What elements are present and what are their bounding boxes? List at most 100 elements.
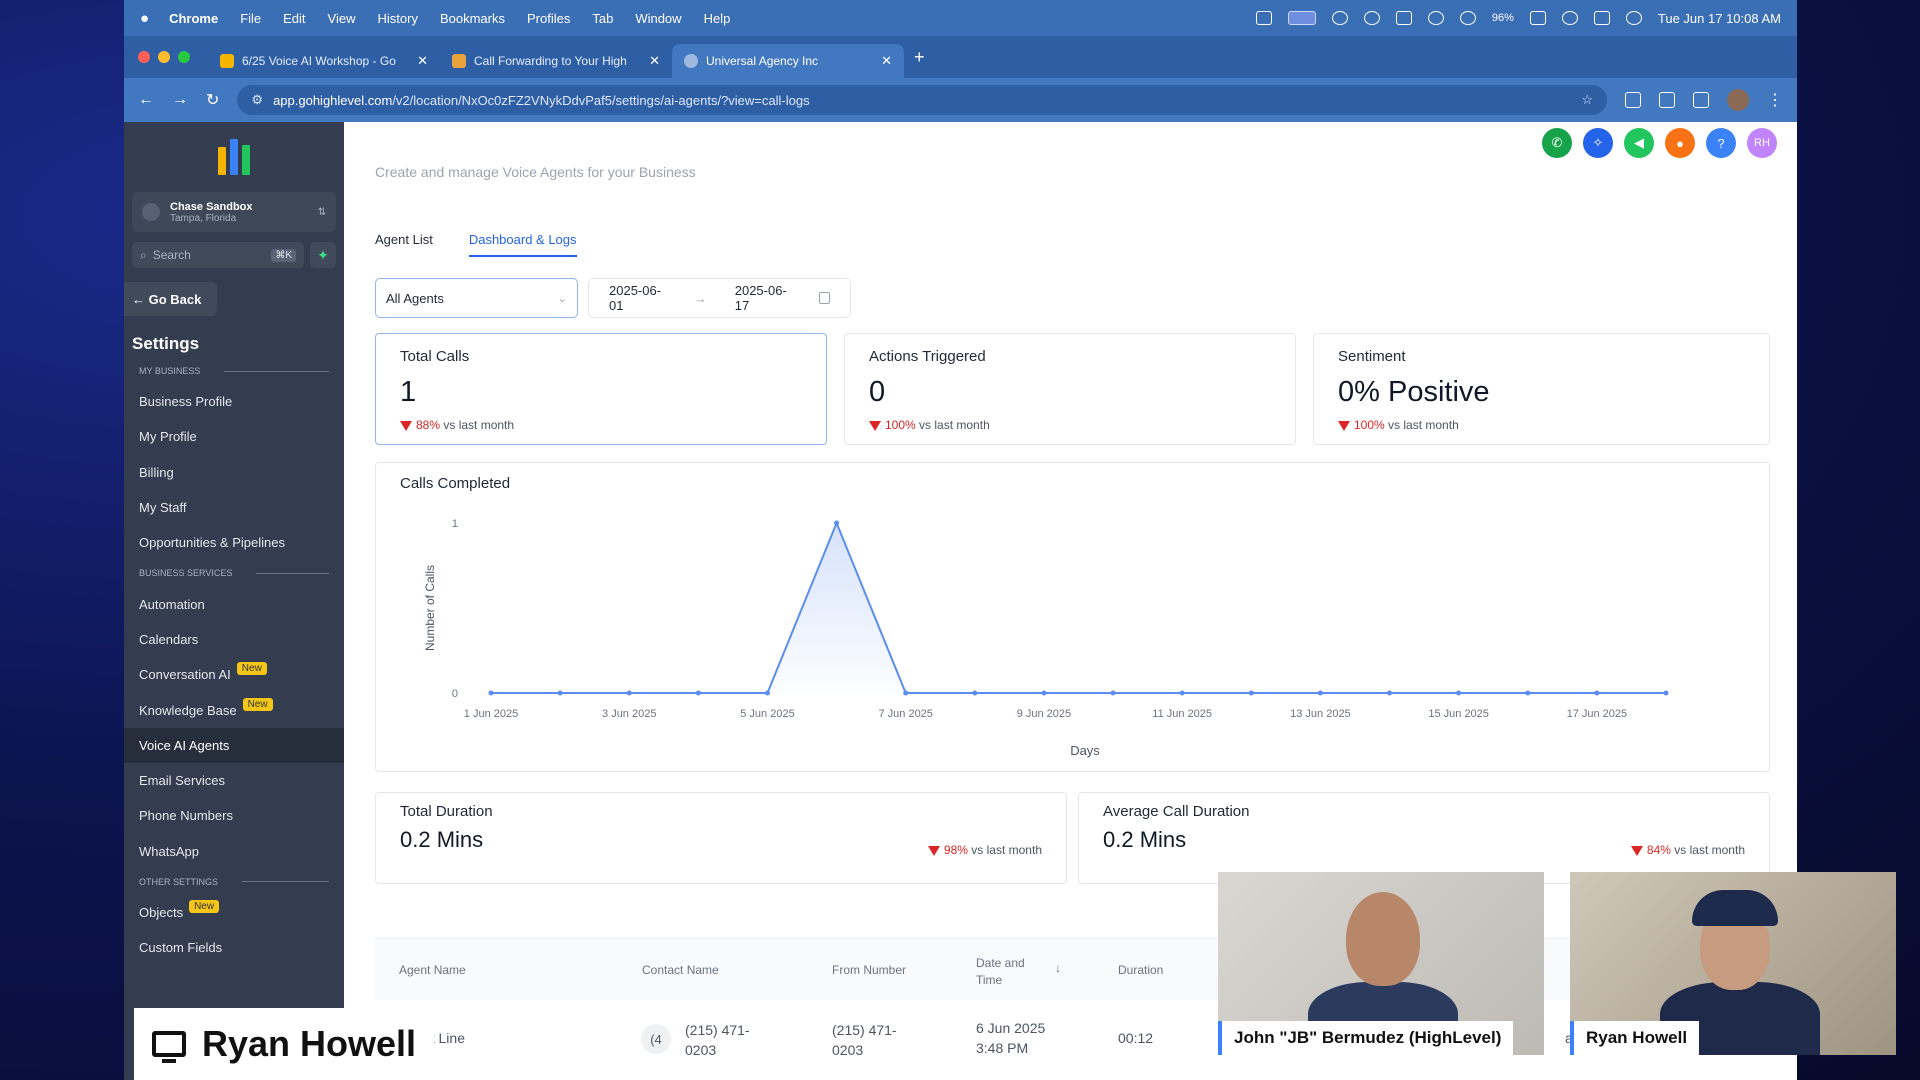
menu-history[interactable]: History bbox=[378, 11, 418, 26]
col-contact-name[interactable]: Contact Name bbox=[642, 963, 719, 977]
extensions-puzzle-icon[interactable] bbox=[1659, 92, 1675, 108]
sidebar-item-billing[interactable]: Billing bbox=[124, 455, 344, 490]
sidebar-item-whatsapp[interactable]: WhatsApp bbox=[124, 834, 344, 869]
tray-bird-icon[interactable] bbox=[1331, 11, 1348, 25]
sidebar-item-knowledge-base[interactable]: Knowledge Base New bbox=[124, 692, 344, 727]
sidebar-item-objects[interactable]: Objects New bbox=[124, 895, 344, 930]
magic-icon[interactable]: ✧ bbox=[1583, 128, 1613, 158]
cell-contact[interactable]: (215) 471-0203 bbox=[685, 1020, 775, 1060]
menu-view[interactable]: View bbox=[328, 11, 356, 26]
agent-select[interactable]: All Agents ⌄ bbox=[375, 278, 578, 318]
stat-card-actions: Actions Triggered 0 100% vs last month bbox=[844, 333, 1296, 445]
sidebar-item-my-staff[interactable]: My Staff bbox=[124, 490, 344, 525]
apple-icon[interactable]: ● bbox=[140, 10, 149, 27]
sort-arrow-icon[interactable]: ↓ bbox=[1055, 961, 1061, 975]
series-area bbox=[491, 523, 1666, 693]
sidebar-item-email-services[interactable]: Email Services bbox=[124, 763, 344, 798]
menu-tab[interactable]: Tab bbox=[592, 11, 613, 26]
data-point bbox=[695, 690, 701, 696]
sidebar-item-automation[interactable]: Automation bbox=[124, 586, 344, 621]
col-duration[interactable]: Duration bbox=[1118, 963, 1163, 977]
menu-help[interactable]: Help bbox=[704, 11, 731, 26]
menu-edit[interactable]: Edit bbox=[283, 11, 305, 26]
stat-value: 1 bbox=[400, 376, 417, 408]
quick-action-button[interactable]: ✦ bbox=[310, 242, 336, 268]
cast-icon[interactable] bbox=[1693, 92, 1709, 108]
browser-tab[interactable]: 6/25 Voice AI Workshop - Go ✕ bbox=[208, 44, 440, 78]
zoom-window-button[interactable] bbox=[178, 51, 190, 63]
highlevel-logo[interactable] bbox=[124, 122, 344, 192]
bell-icon[interactable]: ● bbox=[1665, 128, 1695, 158]
stat-value: 0% Positive bbox=[1338, 376, 1490, 408]
wifi-icon[interactable] bbox=[1459, 11, 1476, 25]
browser-tab-active[interactable]: Universal Agency Inc ✕ bbox=[672, 44, 904, 78]
screen-share-icon[interactable] bbox=[1287, 11, 1316, 25]
sidebar-search[interactable]: ⌕ Search ⌘K bbox=[132, 242, 304, 268]
megaphone-icon[interactable]: ◀ bbox=[1624, 128, 1654, 158]
location-switcher[interactable]: Chase Sandbox Tampa, Florida ⇅ bbox=[132, 192, 336, 232]
go-back-button[interactable]: ← Go Back bbox=[124, 282, 217, 316]
tab-dashboard-logs[interactable]: Dashboard & Logs bbox=[468, 232, 577, 257]
menu-app[interactable]: Chrome bbox=[169, 11, 218, 26]
close-tab-icon[interactable]: ✕ bbox=[649, 53, 660, 69]
menu-window[interactable]: Window bbox=[635, 11, 681, 26]
mac-menubar: ● Chrome File Edit View History Bookmark… bbox=[124, 0, 1797, 36]
bookmark-star-icon[interactable]: ☆ bbox=[1581, 92, 1593, 108]
sidebar-item-business-profile[interactable]: Business Profile bbox=[124, 384, 344, 419]
site-info-icon[interactable]: ⚙ bbox=[251, 92, 263, 108]
bluetooth-icon[interactable] bbox=[1427, 11, 1444, 25]
control-center-icon[interactable] bbox=[1593, 11, 1610, 25]
window-controls bbox=[138, 51, 190, 63]
help-icon[interactable]: ? bbox=[1706, 128, 1736, 158]
browser-tab[interactable]: Call Forwarding to Your High ✕ bbox=[440, 44, 672, 78]
col-date-time[interactable]: Date and Time bbox=[976, 955, 1036, 989]
monitor-icon bbox=[152, 1031, 186, 1063]
y-axis-label: Number of Calls bbox=[423, 565, 437, 651]
delta-value: 100% bbox=[885, 418, 916, 432]
reload-icon[interactable]: ↻ bbox=[206, 90, 219, 110]
sidebar-item-voice-ai-agents[interactable]: Voice AI Agents bbox=[124, 727, 344, 763]
delta-value: 100% bbox=[1354, 418, 1385, 432]
new-tab-icon[interactable]: + bbox=[914, 47, 925, 68]
sidebar-item-label: Custom Fields bbox=[139, 940, 223, 956]
extension-icon[interactable] bbox=[1625, 92, 1641, 108]
phone-icon[interactable]: ✆ bbox=[1542, 128, 1572, 158]
spotlight-icon[interactable] bbox=[1561, 11, 1578, 25]
sidebar-item-pipelines[interactable]: Opportunities & Pipelines bbox=[124, 525, 344, 560]
sidebar-item-calendars[interactable]: Calendars bbox=[124, 622, 344, 657]
sidebar-item-custom-fields[interactable]: Custom Fields bbox=[124, 930, 344, 965]
menu-file[interactable]: File bbox=[240, 11, 261, 26]
delta-suffix: vs last month bbox=[971, 843, 1042, 857]
sidebar-item-phone-numbers[interactable]: Phone Numbers bbox=[124, 798, 344, 833]
back-icon[interactable]: ← bbox=[138, 91, 154, 109]
sidebar-item-label: Conversation AI bbox=[139, 667, 231, 683]
col-agent-name[interactable]: Agent Name bbox=[399, 963, 466, 977]
data-point bbox=[1179, 690, 1185, 696]
close-tab-icon[interactable]: ✕ bbox=[881, 53, 892, 69]
menu-profiles[interactable]: Profiles bbox=[527, 11, 570, 26]
address-bar[interactable]: ⚙ app.gohighlevel.com/v2/location/NxOc0z… bbox=[237, 85, 1607, 115]
tab-agent-list[interactable]: Agent List bbox=[375, 232, 433, 257]
stat-card-total-calls: Total Calls 1 88% vs last month bbox=[375, 333, 827, 445]
profile-avatar[interactable] bbox=[1727, 89, 1749, 111]
menu-bookmarks[interactable]: Bookmarks bbox=[440, 11, 505, 26]
close-tab-icon[interactable]: ✕ bbox=[417, 53, 428, 69]
close-window-button[interactable] bbox=[138, 51, 150, 63]
play-icon[interactable] bbox=[1363, 11, 1380, 25]
table-row[interactable]: bing Hot Line (4 (215) 471-0203 (215) 47… bbox=[375, 1000, 1770, 1080]
chrome-menu-icon[interactable]: ⋮ bbox=[1767, 90, 1783, 110]
delta-suffix: vs last month bbox=[443, 418, 515, 432]
battery-icon[interactable] bbox=[1529, 11, 1546, 25]
date-range-picker[interactable]: 2025-06-01 → 2025-06-17 bbox=[588, 278, 851, 318]
menubar-clock[interactable]: Tue Jun 17 10:08 AM bbox=[1658, 11, 1781, 26]
col-from-number[interactable]: From Number bbox=[832, 963, 906, 977]
user-avatar[interactable]: RH bbox=[1747, 128, 1777, 158]
page-subtitle: Create and manage Voice Agents for your … bbox=[375, 164, 696, 180]
minimize-window-button[interactable] bbox=[158, 51, 170, 63]
forward-icon[interactable]: → bbox=[172, 91, 188, 109]
sidebar-item-conversation-ai[interactable]: Conversation AI New bbox=[124, 657, 344, 692]
sidebar-item-my-profile[interactable]: My Profile bbox=[124, 419, 344, 454]
tray-s-icon[interactable] bbox=[1255, 11, 1272, 25]
volume-icon[interactable] bbox=[1395, 11, 1412, 25]
siri-icon[interactable] bbox=[1625, 11, 1642, 25]
